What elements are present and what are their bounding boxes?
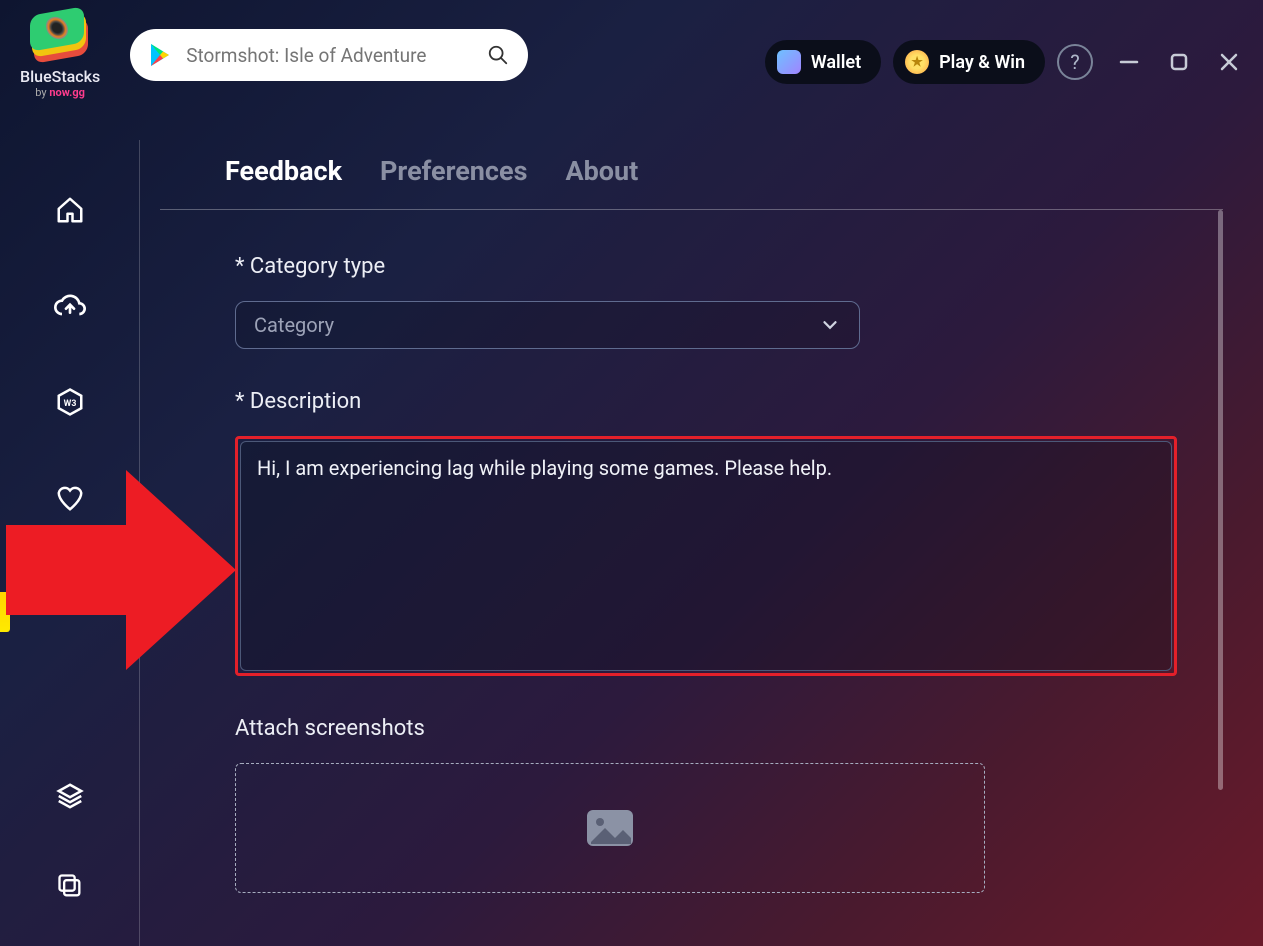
play-win-button[interactable]: Play & Win [893,40,1045,84]
cloud-upload-icon [54,290,86,322]
sidebar-item-cloud[interactable] [50,286,90,326]
layers-icon [55,781,85,811]
copy-icon [56,872,84,900]
attach-label: Attach screenshots [235,716,1148,741]
chevron-down-icon [819,314,841,336]
sidebar-item-home[interactable] [50,190,90,230]
scrollbar[interactable] [1218,210,1223,790]
tab-bar: Feedback Preferences About [160,155,1223,210]
home-icon [55,195,85,225]
logo-byline: by now.gg [35,86,85,99]
wallet-icon [777,50,801,74]
search-bar[interactable] [130,29,528,81]
google-play-icon [148,42,174,68]
window-controls-group: Wallet Play & Win ? [765,40,1243,84]
search-button[interactable] [486,43,510,67]
wallet-button[interactable]: Wallet [765,40,881,84]
app-logo: BlueStacks by now.gg [20,11,100,99]
sidebar-item-layers[interactable] [50,776,90,816]
maximize-icon [1168,51,1190,73]
tab-preferences[interactable]: Preferences [380,155,527,187]
category-label: * Category type [235,254,1148,279]
description-textarea[interactable] [240,441,1172,671]
bluestacks-logo-icon [30,11,90,59]
annotation-arrow [6,470,236,670]
close-icon [1218,51,1240,73]
minimize-icon [1118,51,1140,73]
logo-text: BlueStacks [20,67,100,86]
play-win-label: Play & Win [939,52,1025,73]
tab-feedback[interactable]: Feedback [225,155,342,187]
category-dropdown[interactable]: Category [235,301,860,349]
category-placeholder: Category [254,313,334,337]
help-button[interactable]: ? [1057,44,1093,80]
minimize-button[interactable] [1115,48,1143,76]
hexagon-w3-icon: W3 [55,387,85,417]
screenshot-upload-box[interactable] [235,763,985,893]
sidebar-item-w3[interactable]: W3 [50,382,90,422]
help-icon: ? [1070,50,1079,74]
wallet-label: Wallet [811,52,861,73]
tab-about[interactable]: About [565,155,638,187]
description-label: * Description [235,389,1148,414]
main-panel: Feedback Preferences About * Category ty… [160,155,1223,946]
image-upload-icon [585,808,635,848]
search-input[interactable] [186,44,486,67]
search-icon [487,44,509,66]
feedback-form: * Category type Category * Description A… [160,210,1223,931]
close-button[interactable] [1215,48,1243,76]
maximize-button[interactable] [1165,48,1193,76]
star-icon [905,50,929,74]
svg-text:W3: W3 [63,399,76,409]
title-bar: BlueStacks by now.gg Wallet Play & Win ? [0,0,1263,110]
sidebar-item-copy[interactable] [50,866,90,906]
description-highlight [235,436,1177,676]
